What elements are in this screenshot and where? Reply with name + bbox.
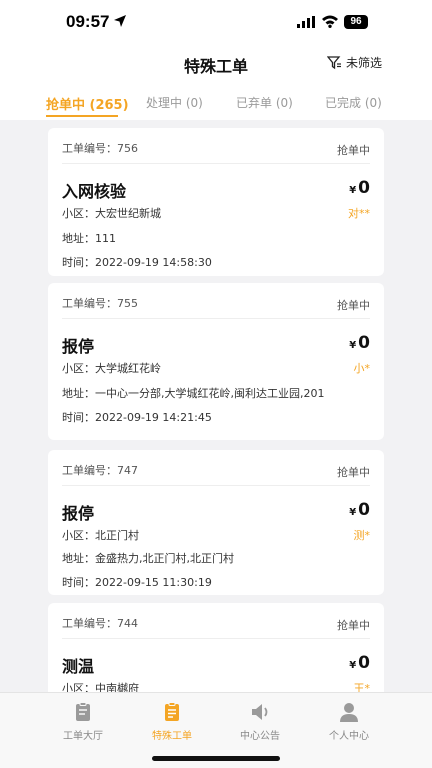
order-district: 小区：大宏世纪新城 <box>62 207 161 220</box>
order-number: 工单编号：756 <box>62 142 138 155</box>
tab-grabbing[interactable]: 抢单中 (265) <box>46 94 129 113</box>
customer-name: 王* <box>353 682 371 692</box>
person-icon <box>340 703 358 722</box>
status-time: 09:57 <box>66 12 110 31</box>
order-list[interactable]: 工单编号：756 抢单中 入网核验 ¥0 小区：大宏世纪新城 对** 地址：11… <box>38 120 394 692</box>
order-card[interactable]: 工单编号：744 抢单中 测温 ¥0 小区：中南樾府 王* <box>48 603 384 692</box>
nav-label: 中心公告 <box>240 731 280 742</box>
order-status: 抢单中 <box>337 466 370 479</box>
order-price: ¥0 <box>349 500 370 520</box>
order-number: 工单编号：755 <box>62 297 138 310</box>
order-address: 地址：金盛热力,北正门村,北正门村 <box>62 552 234 565</box>
order-card[interactable]: 工单编号：747 抢单中 报停 ¥0 小区：北正门村 测* 地址：金盛热力,北正… <box>48 450 384 595</box>
order-number: 工单编号：747 <box>62 464 138 477</box>
card-header: 工单编号：747 抢单中 <box>62 450 370 486</box>
card-header: 工单编号：756 抢单中 <box>62 128 370 164</box>
filter-label: 未筛选 <box>345 56 382 70</box>
customer-name: 测* <box>353 529 371 542</box>
currency-symbol: ¥ <box>349 507 357 518</box>
filter-icon <box>326 56 341 70</box>
nav-label: 特殊工单 <box>152 731 192 742</box>
order-card[interactable]: 工单编号：755 抢单中 报停 ¥0 小区：大学城红花岭 小* 地址：一中心一分… <box>48 283 384 440</box>
order-time: 时间：2022-09-19 14:21:45 <box>62 411 212 424</box>
active-tab-indicator <box>46 115 118 117</box>
order-title: 测温 <box>62 657 95 676</box>
currency-symbol: ¥ <box>349 660 357 671</box>
order-district: 小区：大学城红花岭 <box>62 362 161 375</box>
card-header: 工单编号：755 抢单中 <box>62 283 370 319</box>
nav-item-profile[interactable]: 个人中心 <box>304 701 394 742</box>
filter-button[interactable]: 未筛选 <box>326 54 382 71</box>
order-time: 时间：2022-09-19 14:58:30 <box>62 256 212 269</box>
order-title: 入网核验 <box>62 182 127 201</box>
tab-abandoned[interactable]: 已弃单 (0) <box>236 94 293 111</box>
order-district: 小区：北正门村 <box>62 529 139 542</box>
price-amount: 0 <box>358 178 370 198</box>
clipboard-icon <box>76 702 90 721</box>
order-status: 抢单中 <box>337 299 370 312</box>
order-district: 小区：中南樾府 <box>62 682 139 692</box>
order-address: 地址：一中心一分部,大学城红花岭,闽利达工业园,201 <box>62 387 325 400</box>
nav-label: 工单大厅 <box>63 731 103 742</box>
cellular-signal-icon <box>297 16 315 28</box>
tab-bar: 抢单中 (265) 处理中 (0) 已弃单 (0) 已完成 (0) <box>0 82 432 120</box>
tab-completed[interactable]: 已完成 (0) <box>325 94 382 111</box>
currency-symbol: ¥ <box>349 340 357 351</box>
location-arrow-icon <box>114 15 126 27</box>
order-number: 工单编号：744 <box>62 617 138 630</box>
home-indicator <box>152 756 280 761</box>
nav-item-announcements[interactable]: 中心公告 <box>215 701 305 742</box>
order-price: ¥0 <box>349 333 370 353</box>
tab-processing[interactable]: 处理中 (0) <box>146 94 203 111</box>
card-header: 工单编号：744 抢单中 <box>62 603 370 639</box>
header: 特殊工单 未筛选 <box>0 44 432 82</box>
speaker-icon <box>252 704 268 720</box>
price-amount: 0 <box>358 500 370 520</box>
nav-label: 个人中心 <box>329 731 369 742</box>
order-status: 抢单中 <box>337 619 370 632</box>
order-status: 抢单中 <box>337 144 370 157</box>
order-card[interactable]: 工单编号：756 抢单中 入网核验 ¥0 小区：大宏世纪新城 对** 地址：11… <box>48 128 384 276</box>
price-amount: 0 <box>358 653 370 673</box>
wifi-icon <box>322 15 338 28</box>
customer-name: 小* <box>353 362 371 375</box>
clipboard-list-icon <box>165 702 179 721</box>
nav-item-special-orders[interactable]: 特殊工单 <box>127 701 217 742</box>
battery-indicator: 96 <box>344 15 368 29</box>
order-time: 时间：2022-09-15 11:30:19 <box>62 576 212 589</box>
order-title: 报停 <box>62 504 95 523</box>
order-price: ¥0 <box>349 178 370 198</box>
order-title: 报停 <box>62 337 95 356</box>
status-bar: 09:57 96 <box>0 0 432 44</box>
order-address: 地址：111 <box>62 232 116 245</box>
price-amount: 0 <box>358 333 370 353</box>
customer-name: 对** <box>348 207 370 220</box>
currency-symbol: ¥ <box>349 185 357 196</box>
order-price: ¥0 <box>349 653 370 673</box>
nav-item-order-hall[interactable]: 工单大厅 <box>38 701 128 742</box>
